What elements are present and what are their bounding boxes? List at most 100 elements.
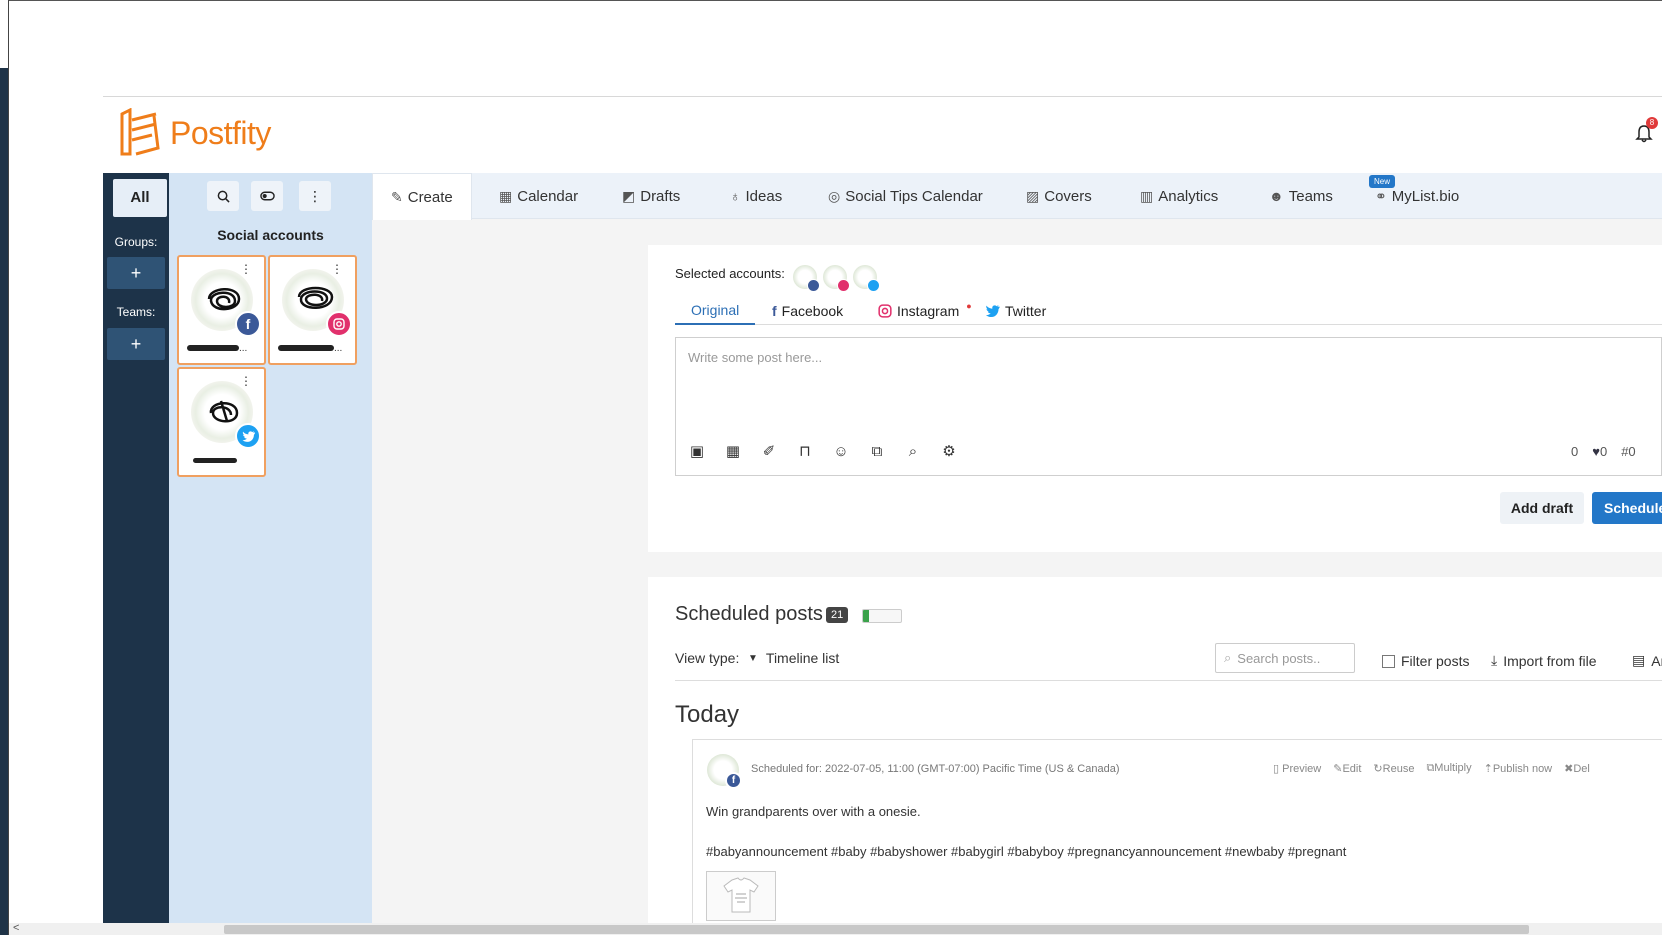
facebook-icon: f (772, 303, 777, 319)
add-draft-button[interactable]: Add draft (1500, 492, 1584, 524)
search-posts-input[interactable]: ⌕ Search posts.. (1215, 643, 1355, 673)
caret-down-icon: ▼ (748, 652, 758, 664)
post-action-preview[interactable]: ▯ Preview (1273, 762, 1321, 775)
composer-tab-facebook[interactable]: f Facebook (772, 297, 843, 325)
post-action-reuse[interactable]: ↻Reuse (1373, 762, 1414, 775)
page: Postfity 8 All Groups: + Teams: + ⋮ Soci… (0, 0, 1662, 935)
scheduled-count-badge: 21 (826, 607, 849, 623)
twitter-count: ♥0 (1592, 444, 1608, 459)
scheduled-quota-bar (862, 609, 902, 623)
redacted-scribble-icon (297, 286, 334, 309)
settings-icon[interactable]: ⚙ (940, 442, 958, 460)
post-action-edit[interactable]: ✎Edit (1333, 762, 1361, 775)
scroll-left-icon[interactable]: < (13, 922, 19, 934)
onesie-image-icon (723, 877, 759, 913)
selected-account-twitter[interactable] (853, 265, 880, 292)
social-accounts-title: Social accounts (217, 227, 324, 243)
brand-logo[interactable]: Postfity (116, 108, 271, 158)
horizontal-scrollbar[interactable]: < (9, 922, 1662, 935)
tab-ideas[interactable]: ♁ Ideas (730, 173, 782, 219)
add-video-icon[interactable]: ▦ (724, 442, 742, 460)
add-image-icon[interactable]: ▣ (688, 442, 706, 460)
notification-count-badge: 8 (1646, 117, 1658, 129)
bookmark-icon[interactable]: ⊓ (796, 442, 814, 460)
twitter-icon (235, 423, 261, 449)
toggle-icon (259, 191, 275, 201)
facebook-icon: f (235, 311, 261, 337)
scrollbar-thumb[interactable] (224, 925, 1529, 934)
tab-create[interactable]: ✎ Create (372, 173, 472, 220)
checkbox-icon (1382, 654, 1395, 668)
postfity-logo-icon (120, 108, 160, 156)
composer-tab-twitter[interactable]: Twitter (985, 297, 1046, 325)
post-scheduled-time: Scheduled for: 2022-07-05, 11:00 (GMT-07… (751, 763, 1120, 775)
add-group-button[interactable]: + (107, 257, 165, 289)
selected-account-instagram[interactable] (823, 265, 850, 292)
compass-icon: ◎ (828, 187, 841, 204)
account-menu-icon[interactable]: ⋮ (331, 263, 343, 275)
account-menu-icon[interactable]: ⋮ (240, 375, 252, 387)
main-tabs: ✎ Create ▦ Calendar ◩ Drafts ♁ Ideas ◎ Social… (372, 173, 1662, 220)
view-type-label: View type: (675, 650, 740, 666)
users-icon: ☻ (1269, 188, 1284, 204)
link-icon: ⚭ (1375, 187, 1387, 204)
archive-icon: ▤ (1632, 652, 1646, 668)
account-name (193, 455, 265, 466)
account-card-instagram[interactable]: ⋮ ... (268, 255, 357, 365)
char-count: 0 (1571, 444, 1579, 459)
scheduled-posts-section: Scheduled posts 21 View type: ▼ Timeline… (648, 577, 1662, 935)
composer-toolbar: ▣ ▦ ✐ ⊓ ☺ ⧉ ⌕ ⚙ (688, 442, 958, 461)
scheduled-posts-title: Scheduled posts (675, 603, 823, 625)
tab-calendar[interactable]: ▦ Calendar (499, 173, 578, 219)
copy-icon[interactable]: ⧉ (868, 442, 886, 460)
selected-account-facebook[interactable] (793, 265, 820, 292)
tab-drafts[interactable]: ◩ Drafts (622, 173, 680, 219)
account-menu-icon[interactable]: ⋮ (240, 263, 252, 275)
instagram-icon (878, 304, 892, 318)
redacted-scribble-icon (207, 288, 241, 311)
accounts-more-button[interactable]: ⋮ (299, 181, 331, 211)
import-from-file-button[interactable]: ⤓ Import from file (1491, 652, 1597, 669)
account-name: ... (187, 343, 259, 354)
bulb-icon: ♁ (730, 188, 741, 204)
post-account-avatar: f (707, 754, 742, 789)
composer-tab-original[interactable]: Original (675, 297, 756, 325)
view-type-select[interactable]: ▼ Timeline list (748, 650, 839, 666)
all-accounts-button[interactable]: All (113, 179, 167, 217)
emoji-icon[interactable]: ☺ (832, 442, 850, 460)
post-action-publish-now[interactable]: ⇡Publish now (1484, 762, 1553, 775)
preview-icon[interactable]: ⌕ (904, 442, 922, 460)
brush-icon[interactable]: ✐ (760, 442, 778, 460)
composer-network-tabs: Original f Facebook Instagram ● Twitter (675, 297, 1662, 325)
schedule-button[interactable]: Schedule (1592, 492, 1662, 524)
add-team-button[interactable]: + (107, 328, 165, 360)
account-card-facebook[interactable]: ⋮ f ... (177, 255, 266, 365)
tab-analytics[interactable]: ▥ Analytics (1140, 173, 1218, 219)
post-action-multiply[interactable]: ⧉Multiply (1426, 762, 1471, 775)
filter-posts-checkbox[interactable]: Filter posts (1382, 653, 1469, 669)
post-image-thumbnail[interactable] (706, 871, 776, 921)
groups-label: Groups: (114, 235, 158, 249)
composer-tab-instagram[interactable]: Instagram ● (878, 297, 972, 325)
calendar-icon: ▦ (499, 187, 513, 204)
search-accounts-button[interactable] (207, 181, 239, 211)
account-name: ... (278, 343, 350, 354)
archive-button[interactable]: ▤ Ar (1632, 652, 1662, 669)
header-divider (103, 96, 1662, 97)
toggle-accounts-button[interactable] (251, 181, 283, 211)
post-text: Win grandparents over with a onesie. (706, 804, 921, 819)
post-action-delete[interactable]: ✖Del (1564, 762, 1590, 775)
account-card-twitter[interactable]: ⋮ (177, 367, 266, 477)
post-text-area[interactable]: Write some post here... ▣ ▦ ✐ ⊓ ☺ ⧉ ⌕ ⚙ … (675, 337, 1662, 476)
twitter-icon: ♥ (1592, 444, 1600, 459)
tab-covers[interactable]: ▨ Covers (1026, 173, 1092, 219)
tab-teams[interactable]: ☻ Teams (1269, 173, 1333, 219)
more-vertical-icon: ⋮ (308, 187, 322, 204)
post-placeholder: Write some post here... (688, 350, 823, 365)
notifications-bell-icon[interactable]: 8 (1634, 117, 1658, 146)
window-left-edge (0, 0, 9, 935)
instagram-icon (326, 311, 352, 337)
hashtag-count: #0 (1621, 444, 1636, 459)
warning-dot-icon: ● (966, 301, 972, 311)
tab-social-tips-calendar[interactable]: ◎ Social Tips Calendar (828, 173, 983, 219)
